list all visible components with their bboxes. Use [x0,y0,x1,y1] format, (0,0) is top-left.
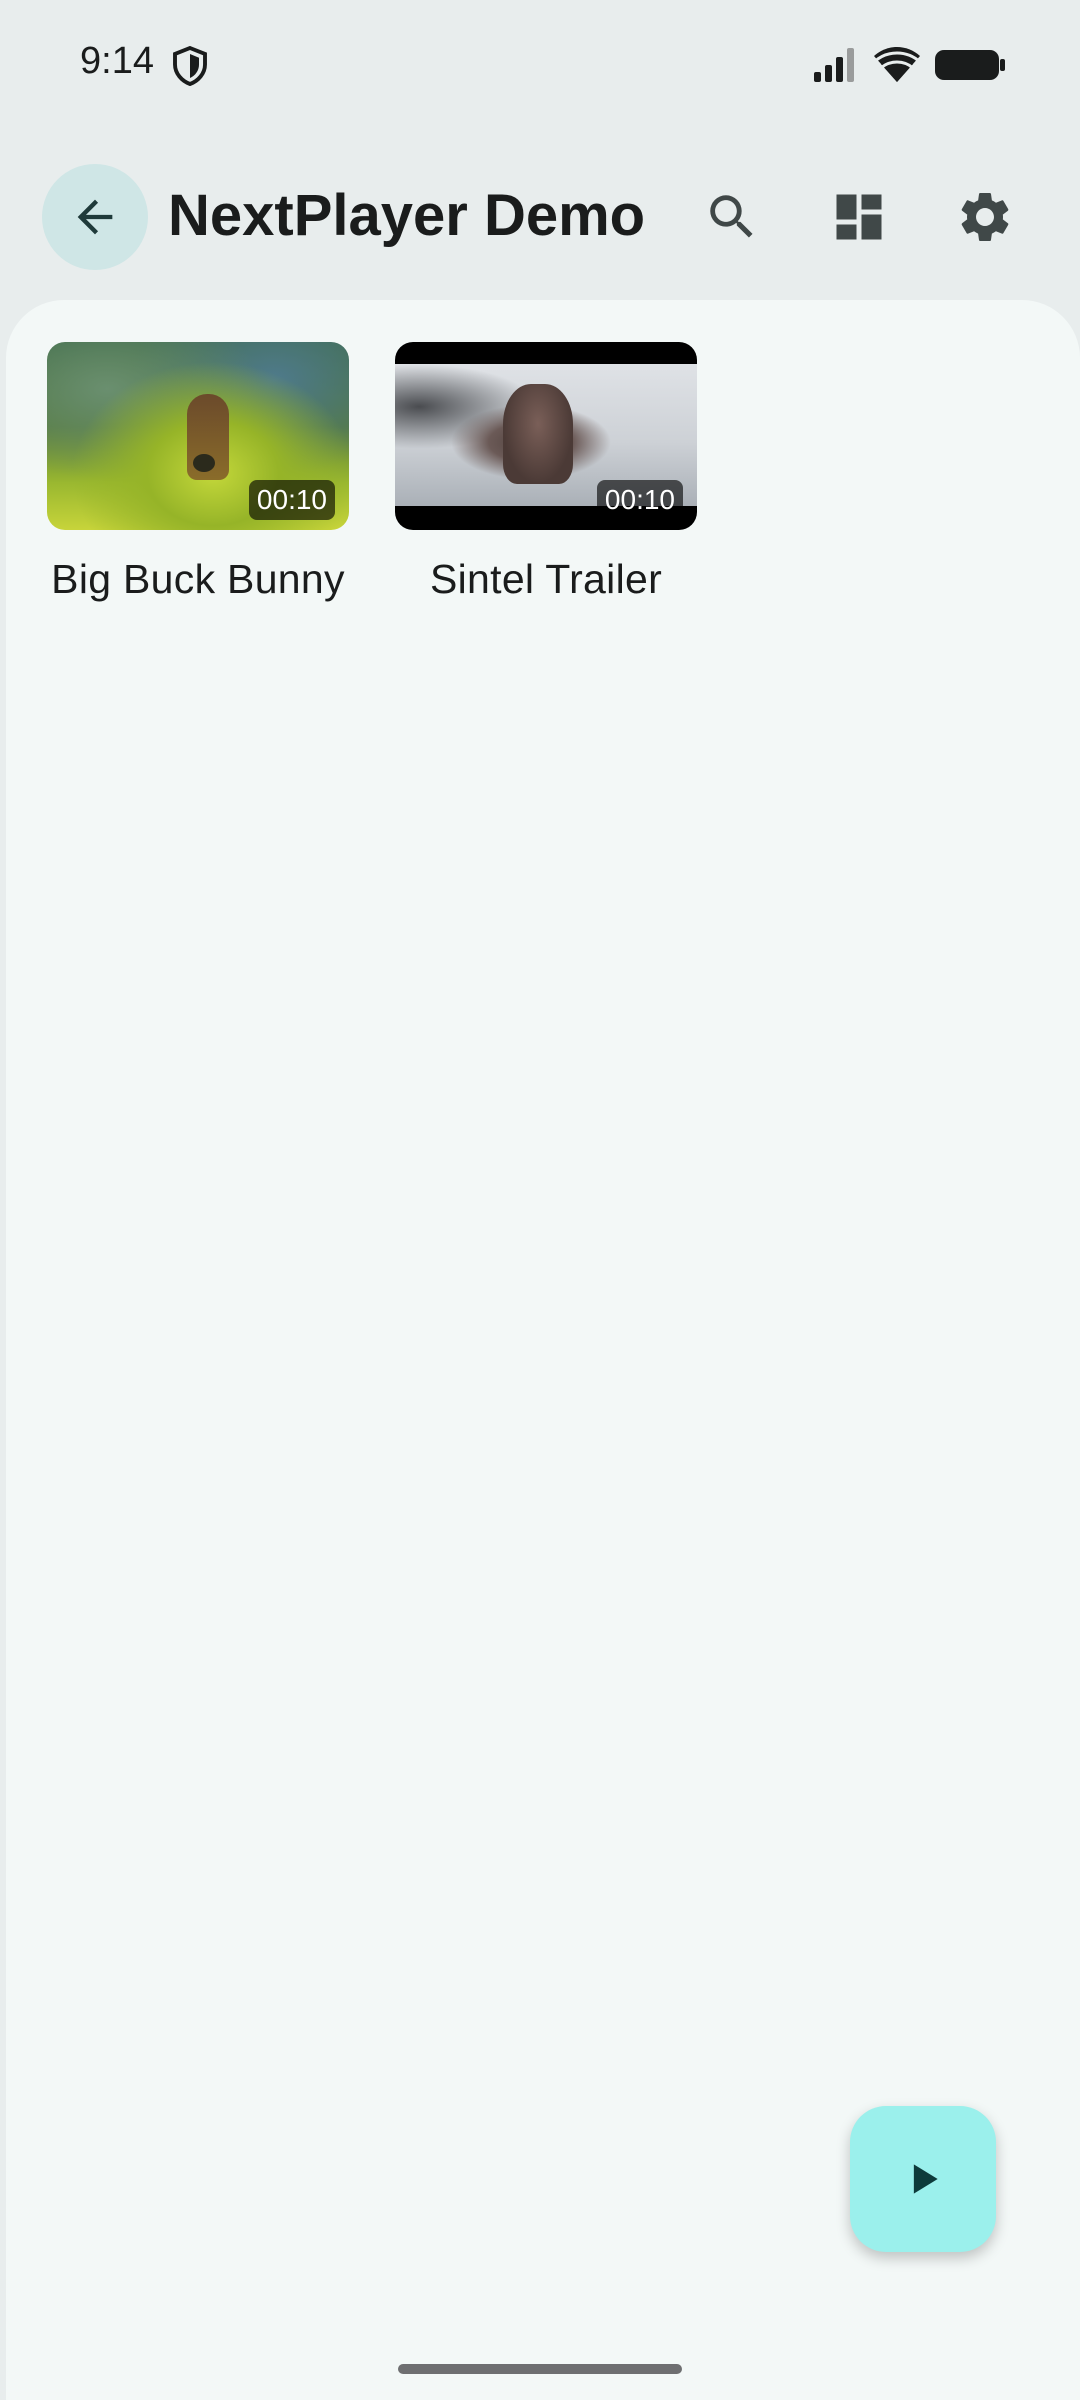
gesture-navigation-bar[interactable] [398,2364,682,2374]
duration-badge: 00:10 [248,480,335,520]
play-icon [913,2164,938,2194]
video-item-sintel-trailer[interactable]: 00:10 Sintel Trailer [395,342,697,603]
page-title: NextPlayer Demo [168,183,646,248]
signal-icon [814,48,854,82]
back-button[interactable] [42,164,148,270]
dashboard-layout-icon [836,194,882,240]
video-item-big-buck-bunny[interactable]: 00:10 Big Buck Bunny [47,342,349,603]
arrow-back-icon [77,199,113,235]
shield-icon [173,46,207,86]
battery-icon [935,50,1005,80]
search-icon [710,195,753,238]
status-bar: 9:14 [0,0,1080,130]
video-thumbnail: 00:10 [47,342,349,530]
wifi-icon [872,47,922,82]
duration-badge: 00:10 [596,480,683,520]
layout-toggle-button[interactable] [822,180,896,254]
video-title: Sintel Trailer [429,556,663,602]
settings-gear-icon [961,193,1009,241]
play-fab[interactable] [850,2106,996,2252]
video-title: Big Buck Bunny [51,556,345,602]
video-grid: 00:10 Big Buck Bunny 00:10 Sintel Traile… [6,300,1080,2400]
video-thumbnail: 00:10 [395,342,697,530]
status-time: 9:14 [80,40,154,82]
screen: 9:14 NextPlayer Demo 00:10 Big Buck Bunn… [0,0,1080,2400]
search-button[interactable] [695,180,769,254]
settings-button[interactable] [948,180,1022,254]
top-app-bar: NextPlayer Demo [0,150,1080,280]
